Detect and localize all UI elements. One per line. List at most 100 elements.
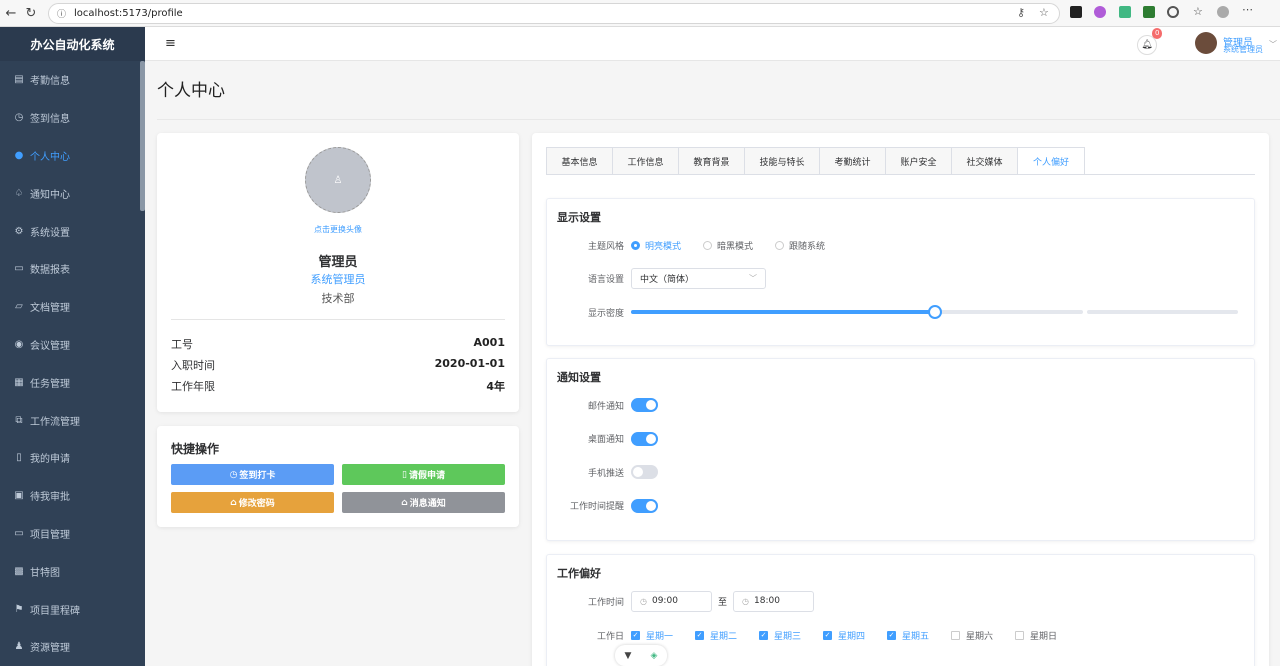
tab[interactable]: 教育背景 — [679, 148, 745, 175]
tab[interactable]: 基本信息 — [547, 148, 613, 175]
video-icon: ◉ — [14, 338, 24, 350]
weekday-checkbox[interactable]: ✓ 星期三 — [759, 629, 823, 642]
info-icon[interactable]: ⓘ — [57, 7, 66, 20]
checkbox-box: ✓ — [823, 630, 832, 640]
chevron-down-icon[interactable]: ﹀ — [1269, 39, 1277, 50]
vue-icon[interactable] — [1119, 6, 1131, 18]
radio-label: 跟随系统 — [789, 241, 826, 252]
info-value: 4年 — [486, 380, 505, 393]
sidebar-scrollbar[interactable] — [140, 61, 145, 211]
extension-icon[interactable] — [1094, 6, 1106, 18]
notification-toggle[interactable] — [631, 398, 658, 412]
checkin-button-label: 签到打卡 — [239, 471, 276, 481]
work-days-label: 工作日 — [596, 631, 624, 642]
tab[interactable]: 考勤统计 — [820, 148, 886, 175]
weekday-checkbox[interactable]: ✓ 星期五 — [887, 629, 951, 642]
sidebar-item-label: 项目管理 — [30, 529, 70, 541]
theme-radio[interactable]: 暗黑模式 — [703, 239, 753, 252]
extension-icon[interactable] — [1143, 6, 1155, 18]
work-days-checkboxes: ✓ 星期一 ✓ 星期二 ✓ 星期三 ✓ 星期四 ✓ 星期五 星期六 星期日 — [631, 629, 1079, 642]
sidebar-item[interactable]: ▱ 文档管理 — [0, 288, 145, 326]
clock-icon: ◷ — [742, 596, 749, 606]
star-icon[interactable]: ☆ — [1039, 6, 1049, 19]
sidebar-item[interactable]: ◉ 会议管理 — [0, 326, 145, 364]
weekday-checkbox[interactable]: 星期六 — [951, 629, 1015, 642]
sidebar-item[interactable]: ● 个人中心 — [0, 137, 145, 175]
radio-label: 暗黑模式 — [717, 241, 754, 252]
devtools-floating-bar[interactable]: ▼ ◈ — [615, 645, 667, 666]
more-icon[interactable]: ⋯ — [1242, 3, 1254, 16]
weekday-checkbox[interactable]: ✓ 星期四 — [823, 629, 887, 642]
sidebar-item[interactable]: ▭ 项目管理 — [0, 515, 145, 553]
avatar[interactable] — [1195, 32, 1217, 54]
sidebar-item[interactable]: ⧉ 工作流管理 — [0, 401, 145, 439]
tab[interactable]: 账户安全 — [886, 148, 952, 175]
panel-title: 通知设置 — [557, 371, 601, 384]
tab[interactable]: 技能与特长 — [745, 148, 820, 175]
extension-icon[interactable] — [1167, 6, 1179, 18]
sidebar-item-label: 通知中心 — [30, 189, 70, 201]
sidebar-item[interactable]: ⚙ 系统设置 — [0, 212, 145, 250]
key-icon[interactable]: ⚷ — [1017, 6, 1025, 19]
checkin-button[interactable]: ◷ 签到打卡 — [171, 464, 334, 485]
checkbox-box — [951, 630, 960, 640]
sidebar-item[interactable]: ▦ 任务管理 — [0, 363, 145, 401]
notification-row: 桌面通知 — [547, 429, 1256, 449]
tab[interactable]: 个人偏好 — [1018, 148, 1084, 175]
panel-title: 工作偏好 — [557, 567, 601, 580]
theme-radio[interactable]: 跟随系统 — [775, 239, 825, 252]
notification-toggle[interactable] — [631, 431, 658, 446]
sidebar-item[interactable]: ⚑ 项目里程碑 — [0, 590, 145, 628]
tab[interactable]: 工作信息 — [613, 148, 679, 175]
address-bar[interactable]: ⓘ localhost:5173/profile ⚷ ☆ — [48, 3, 1060, 24]
leave-request-button-label: 请假申请 — [408, 471, 445, 481]
chevron-down-icon: ﹀ — [749, 273, 757, 283]
leave-request-button[interactable]: ▯ 请假申请 — [342, 464, 505, 485]
reload-icon[interactable]: ↻ — [20, 2, 42, 24]
clock-icon: ◷ — [229, 469, 238, 480]
extensions-puzzle-icon[interactable]: ☆ — [1193, 5, 1205, 18]
change-password-button[interactable]: ⌂ 修改密码 — [171, 492, 334, 513]
sidebar-item[interactable]: ▣ 待我审批 — [0, 477, 145, 515]
sidebar-item-label: 任务管理 — [30, 378, 70, 390]
clock-icon: ◷ — [14, 112, 24, 124]
change-avatar-link[interactable]: 点击更换头像 — [157, 224, 519, 235]
sidebar-item[interactable]: ▯ 我的申请 — [0, 439, 145, 477]
sidebar-item[interactable]: ♟ 资源管理 — [0, 628, 145, 666]
sidebar-item[interactable]: ▭ 数据报表 — [0, 250, 145, 288]
notification-settings-panel: 通知设置 邮件通知 桌面通知 手机推送 工作时间提醒 — [546, 358, 1255, 541]
profile-role: 系统管理员 — [310, 273, 366, 286]
density-label: 显示密度 — [587, 308, 624, 319]
extension-icon[interactable] — [1070, 6, 1082, 18]
change-password-button-label: 修改密码 — [238, 499, 275, 509]
weekday-checkbox[interactable]: ✓ 星期一 — [631, 629, 695, 642]
sidebar-item[interactable]: ▤ 考勤信息 — [0, 61, 145, 99]
hamburger-icon[interactable]: ≡ — [165, 36, 176, 51]
weekday-label: 星期四 — [838, 631, 866, 642]
dropdown-arrow-icon[interactable]: ▼ — [625, 651, 632, 661]
sidebar-item[interactable]: ◷ 签到信息 — [0, 99, 145, 137]
notification-label: 工作时间提醒 — [569, 502, 624, 512]
sidebar-item[interactable]: ▩ 甘特图 — [0, 552, 145, 590]
slider-handle[interactable] — [928, 305, 942, 319]
weekday-checkbox[interactable]: ✓ 星期二 — [695, 629, 759, 642]
weekday-checkbox[interactable]: 星期日 — [1015, 629, 1079, 642]
profile-department: 技术部 — [321, 292, 355, 305]
sidebar-item[interactable]: ♤ 通知中心 — [0, 174, 145, 212]
vue-devtools-icon[interactable]: ◈ — [651, 651, 658, 661]
language-select[interactable]: 中文（简体） ﹀ — [631, 267, 766, 289]
profile-icon[interactable] — [1217, 6, 1229, 18]
start-time-input[interactable]: ◷ 09:00 — [631, 590, 712, 612]
end-time-input[interactable]: ◷ 18:00 — [733, 590, 815, 612]
theme-radio[interactable]: 明亮模式 — [631, 239, 681, 252]
notification-toggle[interactable] — [631, 498, 658, 513]
notification-toggle[interactable] — [631, 465, 658, 479]
density-slider[interactable] — [631, 305, 1238, 319]
profile-avatar[interactable]: ♙ — [305, 147, 371, 213]
notifications-button[interactable]: ⌂ 消息通知 — [342, 492, 505, 513]
notification-label: 桌面通知 — [587, 435, 624, 445]
clock-icon: ◷ — [640, 596, 647, 606]
tab[interactable]: 社交媒体 — [952, 148, 1018, 175]
back-icon[interactable]: ← — [0, 2, 22, 24]
toggle-knob — [646, 433, 656, 444]
